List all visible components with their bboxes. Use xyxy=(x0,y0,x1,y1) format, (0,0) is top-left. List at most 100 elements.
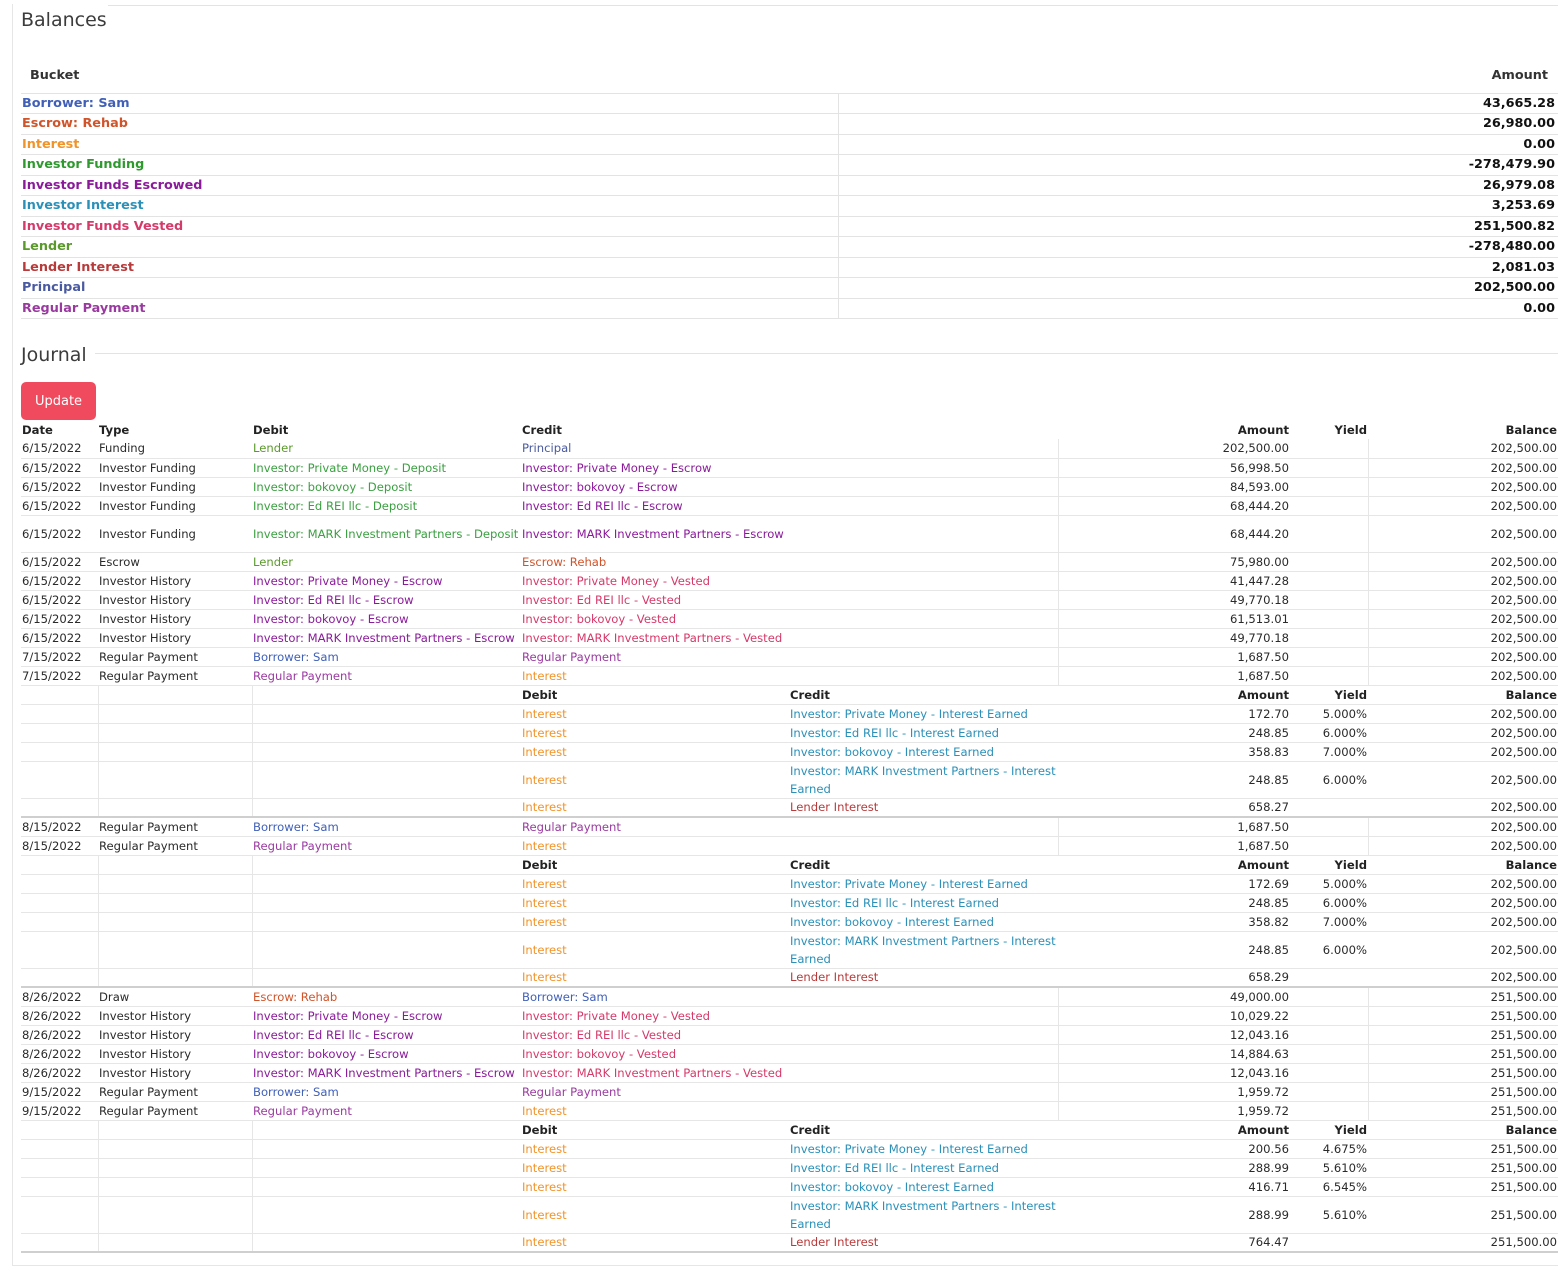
distribution-row: Interest Investor: Ed REI llc - Interest … xyxy=(21,723,1558,743)
journal-amount: 49,770.18 xyxy=(1057,628,1290,648)
empty-cell xyxy=(97,931,252,969)
journal-credit: Investor: Ed REI llc - Vested xyxy=(521,590,1058,610)
distribution-credit: Lender Interest xyxy=(789,1233,1058,1253)
journal-type: Regular Payment xyxy=(98,817,252,837)
journal-debit: Investor: Private Money - Escrow xyxy=(252,1006,521,1026)
journal-amount: 1,687.50 xyxy=(1057,836,1290,856)
journal-amount: 68,444.20 xyxy=(1057,515,1290,553)
distribution-debit: Interest xyxy=(521,874,789,894)
distribution-credit: Lender Interest xyxy=(789,798,1058,818)
journal-row: 8/26/2022 Investor History Investor: bokov… xyxy=(21,1044,1558,1064)
journal-type: Investor History xyxy=(98,590,252,610)
empty-cell xyxy=(251,1177,521,1197)
journal-credit: Investor: MARK Investment Partners - Esc… xyxy=(521,515,1058,553)
journal-debit: Investor: MARK Investment Partners - Esc… xyxy=(252,1063,521,1083)
empty-cell xyxy=(97,1233,252,1253)
journal-row: 6/15/2022 Investor History Investor: bokov… xyxy=(21,609,1558,629)
empty-cell xyxy=(97,704,252,724)
journal-balance: 202,500.00 xyxy=(1367,571,1558,591)
distribution-debit: Interest xyxy=(521,723,789,743)
distribution-row: Interest Investor: Ed REI llc - Interest … xyxy=(21,893,1558,913)
spacer-cell xyxy=(837,113,1338,135)
distribution-credit: Investor: Private Money - Interest Earne… xyxy=(789,704,1058,724)
distribution-row: Interest Investor: MARK Investment Partne… xyxy=(21,761,1558,799)
bucket-amount: 251,500.82 xyxy=(1338,216,1558,237)
spacer-cell xyxy=(837,154,1338,176)
journal-yield xyxy=(1290,1082,1368,1102)
journal-debit: Regular Payment xyxy=(252,666,521,686)
journal-amount: 1,959.72 xyxy=(1057,1082,1290,1102)
journal-date: 6/15/2022 xyxy=(21,515,98,553)
empty-cell xyxy=(21,1177,98,1197)
bucket-header: Bucket xyxy=(21,58,838,94)
empty-cell xyxy=(251,1233,521,1253)
sub-yield-header: Yield xyxy=(1290,855,1368,875)
journal-yield xyxy=(1290,836,1368,856)
journal-balance: 251,500.00 xyxy=(1367,1025,1558,1045)
empty-cell xyxy=(21,912,98,932)
journal-debit: Investor: Private Money - Deposit xyxy=(252,458,521,478)
journal-row: 9/15/2022 Regular Payment Borrower: Sam Reg… xyxy=(21,1082,1558,1102)
journal-amount: 14,884.63 xyxy=(1057,1044,1290,1064)
empty-cell xyxy=(251,931,521,969)
sub-amount-header: Amount xyxy=(1058,685,1290,705)
distribution-debit: Interest xyxy=(521,761,789,799)
journal-row: 6/15/2022 Investor History Investor: Priva… xyxy=(21,571,1558,591)
distribution-balance: 251,500.00 xyxy=(1368,1196,1558,1234)
journal-balance: 251,500.00 xyxy=(1367,1101,1558,1121)
distribution-debit: Interest xyxy=(521,968,789,988)
empty-cell xyxy=(97,1120,252,1140)
empty-cell xyxy=(251,1139,521,1159)
journal-amount: 1,959.72 xyxy=(1057,1101,1290,1121)
distribution-balance: 202,500.00 xyxy=(1368,931,1558,969)
distribution-amount: 172.69 xyxy=(1058,874,1290,894)
journal-balance: 202,500.00 xyxy=(1367,628,1558,648)
journal-date: 6/15/2022 xyxy=(21,477,98,497)
distribution-debit: Interest xyxy=(521,1196,789,1234)
empty-cell xyxy=(21,704,98,724)
distribution-balance: 202,500.00 xyxy=(1368,723,1558,743)
empty-cell xyxy=(97,1139,252,1159)
balance-row: Lender Interest 2,081.03 xyxy=(21,257,1558,278)
spacer-cell xyxy=(837,195,1338,217)
journal-credit: Borrower: Sam xyxy=(521,987,1058,1007)
update-button[interactable]: Update xyxy=(21,382,96,420)
journal-amount: 56,998.50 xyxy=(1057,458,1290,478)
bucket-name: Escrow: Rehab xyxy=(21,113,838,135)
distribution-yield: 5.000% xyxy=(1290,874,1368,894)
empty-cell xyxy=(251,1120,521,1140)
journal-type: Funding xyxy=(98,439,252,459)
journal-amount: 49,000.00 xyxy=(1057,987,1290,1007)
distribution-yield: 6.000% xyxy=(1290,761,1368,799)
bucket-name: Investor Funds Escrowed xyxy=(21,175,838,196)
distribution-credit: Investor: Ed REI llc - Interest Earned xyxy=(789,893,1058,913)
distribution-yield: 4.675% xyxy=(1290,1139,1368,1159)
distribution-amount: 658.27 xyxy=(1058,798,1290,818)
journal-type: Investor History xyxy=(98,1006,252,1026)
journal-debit: Investor: Private Money - Escrow xyxy=(252,571,521,591)
journal-balance: 202,500.00 xyxy=(1367,496,1558,516)
bucket-amount: 3,253.69 xyxy=(1338,195,1558,217)
bucket-amount: 0.00 xyxy=(1338,298,1558,319)
journal-yield xyxy=(1290,477,1368,497)
journal-date: 6/15/2022 xyxy=(21,628,98,648)
journal-row: 6/15/2022 Funding Lender Principal 202,500.0… xyxy=(21,439,1558,459)
empty-cell xyxy=(21,893,98,913)
sub-credit-header: Credit xyxy=(789,685,1058,705)
distribution-debit: Interest xyxy=(521,1233,789,1253)
distribution-credit: Investor: MARK Investment Partners - Int… xyxy=(789,761,1058,799)
sub-debit-header: Debit xyxy=(521,685,789,705)
distribution-amount: 658.29 xyxy=(1058,968,1290,988)
journal-amount: 75,980.00 xyxy=(1057,552,1290,572)
journal-debit: Lender xyxy=(252,552,521,572)
distribution-amount: 288.99 xyxy=(1058,1196,1290,1234)
journal-amount: 84,593.00 xyxy=(1057,477,1290,497)
journal-header-row: Date Type Debit Credit Amount Yield Bala… xyxy=(21,420,1558,439)
empty-cell xyxy=(21,1120,98,1140)
empty-cell xyxy=(251,893,521,913)
journal-debit: Investor: Ed REI llc - Escrow xyxy=(252,590,521,610)
bucket-name: Investor Funding xyxy=(21,154,838,176)
journal-row: 8/15/2022 Regular Payment Borrower: Sam Reg… xyxy=(21,817,1558,837)
bucket-name: Borrower: Sam xyxy=(21,93,838,114)
journal-debit: Borrower: Sam xyxy=(252,1082,521,1102)
